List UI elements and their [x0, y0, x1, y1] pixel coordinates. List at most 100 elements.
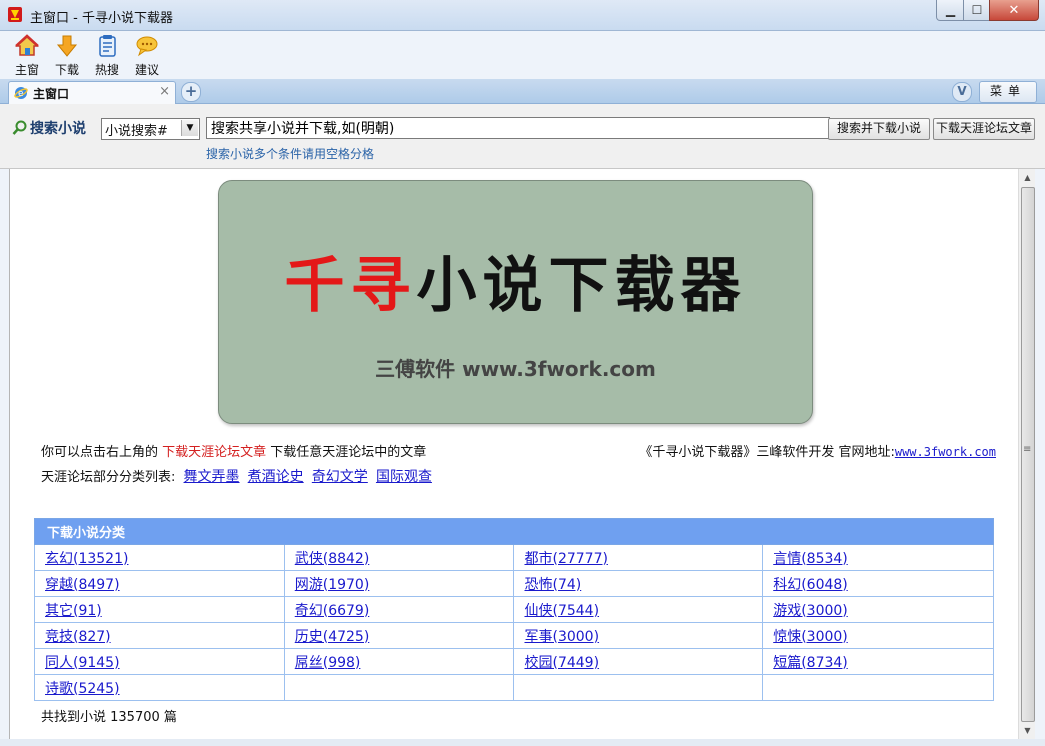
banner-subtitle: 三傅软件 www.3fwork.com: [375, 357, 656, 381]
toolbar-hot-search-button[interactable]: 热搜: [90, 34, 124, 78]
table-cell: 网游(1970): [283, 570, 515, 597]
menu-button[interactable]: 菜单: [979, 81, 1037, 103]
category-link[interactable]: 奇幻(6679): [295, 603, 370, 619]
toolbar-suggest-label: 建议: [134, 63, 159, 77]
download-arrow-icon: [56, 35, 78, 57]
right-frame: [1035, 169, 1045, 746]
category-link[interactable]: 短篇(8734): [773, 655, 848, 671]
svg-text:e: e: [18, 89, 24, 99]
table-cell: 穿越(8497): [34, 570, 285, 597]
category-link[interactable]: 网游(1970): [295, 577, 370, 593]
table-row: 诗歌(5245): [34, 674, 994, 701]
tab-bar: e 主窗口 × + V 菜单: [0, 79, 1045, 104]
forum-link[interactable]: 奇幻文学: [312, 469, 368, 485]
search-mode-value: 小说搜索#: [105, 124, 168, 139]
category-link[interactable]: 游戏(3000): [773, 603, 848, 619]
search-mode-select[interactable]: 小说搜索# ▼: [101, 118, 200, 140]
forum-prefix: 天涯论坛部分分类列表:: [41, 470, 176, 485]
toolbar-suggest-button[interactable]: 建议: [130, 34, 164, 78]
dropdown-arrow-icon[interactable]: ▼: [181, 120, 198, 136]
tab-close-icon[interactable]: ×: [159, 84, 170, 99]
credit-text: 《千寻小说下载器》三峰软件开发 官网地址:: [639, 445, 895, 460]
table-cell: 奇幻(6679): [283, 596, 515, 623]
toolbar-home-label: 主窗: [14, 63, 39, 77]
toolbar: 主窗 下载 热搜 建议: [0, 31, 1045, 79]
info-prefix: 你可以点击右上角的: [41, 445, 163, 460]
category-link[interactable]: 仙侠(7544): [524, 603, 599, 619]
table-cell: [283, 674, 515, 701]
search-label-text: 搜索小说: [30, 121, 86, 137]
search-input[interactable]: [206, 117, 830, 139]
category-link[interactable]: 诗歌(5245): [45, 681, 120, 697]
category-link[interactable]: 其它(91): [45, 603, 102, 619]
table-cell: 校园(7449): [513, 648, 764, 675]
table-cell: 都市(27777): [513, 544, 764, 571]
maximize-button[interactable]: ☐: [963, 0, 991, 21]
table-cell: 竞技(827): [34, 622, 285, 649]
scroll-up-icon[interactable]: ▲: [1019, 169, 1036, 186]
category-link[interactable]: 校园(7449): [524, 655, 599, 671]
table-cell: [762, 674, 994, 701]
table-row: 玄幻(13521) 武侠(8842) 都市(27777) 言情(8534): [34, 544, 994, 571]
table-cell: 言情(8534): [762, 544, 994, 571]
tab-main-window[interactable]: e 主窗口 ×: [8, 81, 176, 104]
ie-globe-icon: e: [14, 87, 28, 99]
banner-title-black: 小说下载器: [416, 251, 747, 321]
banner-title-red: 千寻: [284, 251, 417, 321]
category-header: 下载小说分类: [34, 518, 994, 545]
category-link[interactable]: 屌丝(998): [295, 655, 361, 671]
category-link[interactable]: 都市(27777): [524, 551, 607, 567]
table-cell: 恐怖(74): [513, 570, 764, 597]
table-cell: 科幻(6048): [762, 570, 994, 597]
category-link[interactable]: 历史(4725): [295, 629, 370, 645]
table-row: 竞技(827) 历史(4725) 军事(3000) 惊悚(3000): [34, 622, 994, 649]
category-link[interactable]: 武侠(8842): [295, 551, 370, 567]
table-cell: 游戏(3000): [762, 596, 994, 623]
table-cell: 军事(3000): [513, 622, 764, 649]
info-suffix: 下载任意天涯论坛中的文章: [266, 445, 427, 460]
speech-bubble-icon: [136, 36, 158, 57]
forum-link[interactable]: 煮酒论史: [248, 469, 304, 485]
info-forum-link[interactable]: 下载天涯论坛文章: [162, 445, 266, 460]
category-link[interactable]: 穿越(8497): [45, 577, 120, 593]
category-link[interactable]: 玄幻(13521): [45, 551, 128, 567]
forum-link[interactable]: 国际观查: [376, 469, 432, 485]
toolbar-download-button[interactable]: 下载: [50, 34, 84, 78]
toolbar-home-button[interactable]: 主窗: [10, 34, 44, 78]
forum-link[interactable]: 舞文弄墨: [184, 469, 240, 485]
table-cell: 玄幻(13521): [34, 544, 285, 571]
download-forum-button[interactable]: 下载天涯论坛文章: [933, 118, 1035, 140]
search-download-button[interactable]: 搜索并下载小说: [828, 118, 930, 140]
category-link[interactable]: 言情(8534): [773, 551, 848, 567]
category-link[interactable]: 恐怖(74): [524, 577, 581, 593]
scroll-grip-icon: ≡: [1023, 444, 1032, 455]
close-button[interactable]: ✕: [989, 0, 1039, 21]
category-link[interactable]: 科幻(6048): [773, 577, 848, 593]
forum-categories: 天涯论坛部分分类列表: 舞文弄墨 煮酒论史 奇幻文学 国际观查: [41, 466, 432, 486]
category-table: 下载小说分类 玄幻(13521) 武侠(8842) 都市(27777) 言情(8…: [34, 518, 994, 701]
table-cell: 屌丝(998): [283, 648, 515, 675]
table-cell: 短篇(8734): [762, 648, 994, 675]
minimize-button[interactable]: ▁: [936, 0, 965, 21]
window-title: 主窗口 - 千寻小说下载器: [30, 11, 173, 26]
category-link[interactable]: 惊悚(3000): [773, 629, 848, 645]
scroll-down-icon[interactable]: ▼: [1019, 722, 1036, 739]
table-row: 同人(9145) 屌丝(998) 校园(7449) 短篇(8734): [34, 648, 994, 675]
table-cell: 惊悚(3000): [762, 622, 994, 649]
bottom-frame: [0, 739, 1045, 746]
vertical-scrollbar[interactable]: ▲ ≡ ▼: [1018, 169, 1036, 739]
toolbar-download-label: 下载: [54, 63, 79, 77]
website-link[interactable]: www.3fwork.com: [895, 445, 996, 459]
category-link[interactable]: 竞技(827): [45, 629, 111, 645]
home-icon: [15, 34, 39, 56]
search-label: 搜索小说: [12, 118, 86, 138]
title-bar: 主窗口 - 千寻小说下载器 ▁ ☐ ✕: [0, 0, 1045, 31]
category-link[interactable]: 军事(3000): [524, 629, 599, 645]
version-icon[interactable]: V: [952, 82, 972, 102]
new-tab-button[interactable]: +: [181, 82, 201, 102]
search-bar: 搜索小说 小说搜索# ▼ 搜索小说多个条件请用空格分格 搜索并下载小说 下载天涯…: [0, 104, 1045, 169]
credit-line: 《千寻小说下载器》三峰软件开发 官网地址:www.3fwork.com: [639, 441, 996, 460]
table-cell: 武侠(8842): [283, 544, 515, 571]
category-link[interactable]: 同人(9145): [45, 655, 120, 671]
search-hint: 搜索小说多个条件请用空格分格: [206, 147, 375, 161]
